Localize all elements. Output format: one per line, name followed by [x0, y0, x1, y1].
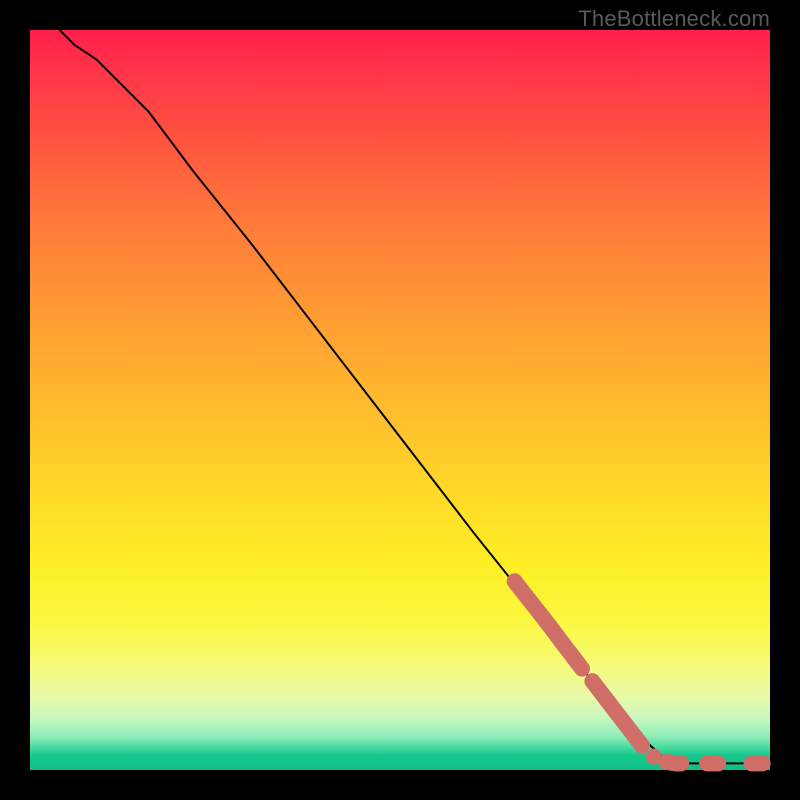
chart-frame: TheBottleneck.com: [0, 0, 800, 800]
marker-dot: [755, 755, 771, 771]
marker-dot: [574, 661, 590, 677]
curve-svg: [30, 30, 770, 770]
marker-dot: [634, 738, 650, 754]
watermark-text: TheBottleneck.com: [578, 6, 770, 32]
bottleneck-curve: [60, 30, 763, 763]
curve-markers: [507, 573, 771, 771]
marker-dot: [710, 755, 726, 771]
marker-dot: [673, 755, 689, 771]
plot-area: [30, 30, 770, 770]
